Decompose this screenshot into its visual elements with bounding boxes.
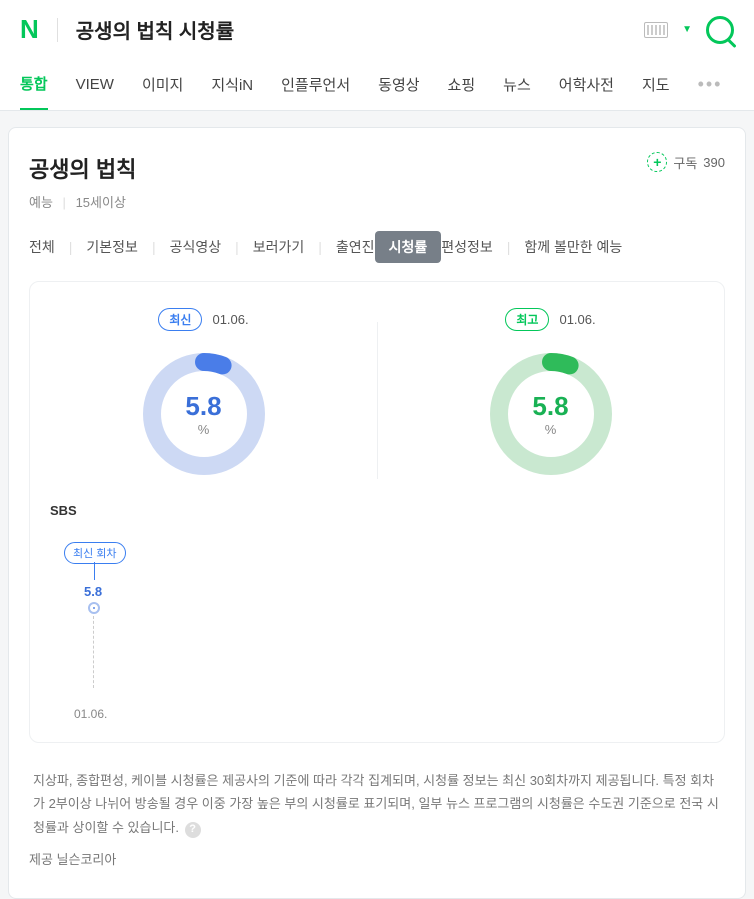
subtab-official-video[interactable]: 공식영상 — [170, 231, 222, 263]
title-block: 공생의 법칙 예능 | 15세이상 — [29, 152, 136, 211]
subscribe-label: 구독 — [673, 153, 697, 172]
nav-tab-shopping[interactable]: 쇼핑 — [448, 60, 476, 109]
help-icon[interactable]: ? — [185, 822, 201, 838]
header: N 공생의 법칙 시청률 ▼ 통합 VIEW 이미지 지식iN 인플루언서 동영… — [0, 0, 754, 111]
content-card: 공생의 법칙 예능 | 15세이상 + 구독 390 전체| 기본정보| 공식영… — [8, 127, 746, 899]
keyboard-icon[interactable] — [644, 22, 668, 38]
subtab-ratings[interactable]: 시청률 — [375, 231, 442, 263]
peak-donut: 5.8 % — [486, 349, 616, 479]
channel-label: SBS — [50, 503, 704, 518]
peak-badge: 최고 — [505, 308, 549, 331]
latest-donut: 5.8 % — [139, 349, 269, 479]
subtab-cast[interactable]: 출연진 — [336, 231, 375, 263]
meta-separator: | — [63, 195, 66, 210]
header-top: N 공생의 법칙 시청률 ▼ — [0, 0, 754, 59]
subtab-basic[interactable]: 기본정보 — [86, 231, 138, 263]
latest-date: 01.06. — [212, 312, 248, 327]
nav-tab-news[interactable]: 뉴스 — [503, 60, 531, 109]
search-icon[interactable] — [706, 16, 734, 44]
show-age-rating: 15세이상 — [76, 195, 126, 210]
show-title[interactable]: 공생의 법칙 — [29, 152, 136, 184]
peak-value: 5.8 — [532, 391, 568, 422]
nav-tab-video[interactable]: 동영상 — [378, 60, 419, 109]
gauge-peak: 최고 01.06. 5.8 % — [377, 308, 724, 479]
peak-unit: % — [545, 422, 557, 437]
footnote-text: 지상파, 종합편성, 케이블 시청률은 제공사의 기준에 따라 각각 집계되며,… — [33, 773, 719, 835]
nav-tab-dictionary[interactable]: 어학사전 — [559, 60, 614, 109]
nav-tabs: 통합 VIEW 이미지 지식iN 인플루언서 동영상 쇼핑 뉴스 어학사전 지도… — [0, 59, 754, 110]
gauge-latest: 최신 01.06. 5.8 % — [30, 308, 377, 479]
subscribe-block[interactable]: + 구독 390 — [647, 152, 725, 172]
subscribe-count: 390 — [703, 155, 725, 170]
datapoint-value: 5.8 — [84, 584, 102, 599]
nav-tab-view[interactable]: VIEW — [76, 62, 114, 107]
x-axis-label: 01.06. — [74, 707, 107, 721]
card-header: 공생의 법칙 예능 | 15세이상 + 구독 390 — [29, 152, 725, 211]
latest-badge: 최신 — [158, 308, 202, 331]
subtab-all[interactable]: 전체 — [29, 231, 55, 263]
sub-tabs: 전체| 기본정보| 공식영상| 보러가기| 출연진 시청률 편성정보| 함께 볼… — [29, 231, 725, 263]
naver-logo[interactable]: N — [20, 14, 39, 45]
ratings-panel: 최신 01.06. 5.8 % 최고 01.06. — [29, 281, 725, 743]
plus-icon: + — [647, 152, 667, 172]
chart-plot: 최신 회차 5.8 01.06. — [50, 542, 704, 722]
show-meta: 예능 | 15세이상 — [29, 192, 136, 211]
more-icon[interactable]: ••• — [698, 74, 723, 95]
subtab-related[interactable]: 함께 볼만한 예능 — [524, 231, 622, 263]
episode-chart: SBS 최신 회차 5.8 01.06. — [30, 479, 724, 722]
nav-tab-image[interactable]: 이미지 — [142, 60, 183, 109]
latest-episode-badge: 최신 회차 — [64, 542, 126, 564]
subtab-schedule[interactable]: 편성정보 — [441, 231, 493, 263]
data-provider: 제공 닐슨코리아 — [29, 849, 725, 868]
divider — [57, 18, 58, 42]
nav-tab-jisikin[interactable]: 지식iN — [211, 60, 253, 109]
ratings-footnote: 지상파, 종합편성, 케이블 시청률은 제공사의 기준에 따라 각각 집계되며,… — [29, 769, 725, 839]
nav-tab-integrated[interactable]: 통합 — [20, 59, 48, 110]
header-actions: ▼ — [644, 16, 734, 44]
datapoint-dropline — [93, 616, 94, 688]
peak-date: 01.06. — [559, 312, 595, 327]
nav-tab-map[interactable]: 지도 — [642, 60, 670, 109]
chevron-down-icon[interactable]: ▼ — [682, 24, 692, 35]
latest-value: 5.8 — [185, 391, 221, 422]
badge-connector — [94, 562, 95, 580]
nav-tab-influencer[interactable]: 인플루언서 — [281, 60, 350, 109]
gauges-row: 최신 01.06. 5.8 % 최고 01.06. — [30, 308, 724, 479]
datapoint-dot[interactable] — [88, 602, 100, 614]
show-genre: 예능 — [29, 195, 53, 210]
latest-unit: % — [198, 422, 210, 437]
subtab-watch[interactable]: 보러가기 — [253, 231, 305, 263]
search-query-text[interactable]: 공생의 법칙 시청률 — [76, 15, 644, 44]
